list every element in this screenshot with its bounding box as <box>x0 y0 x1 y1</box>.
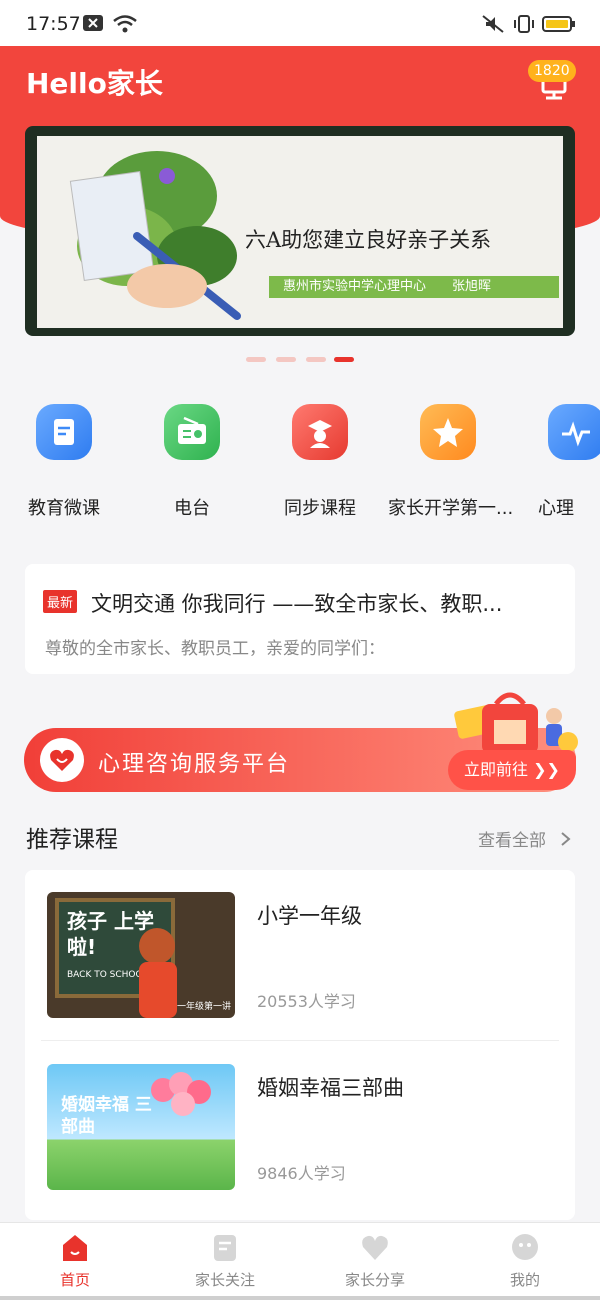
course-item[interactable]: 婚姻幸福 三部曲 婚姻幸福三部曲 9846人学习 <box>25 1042 575 1212</box>
page-title: Hello家长 <box>26 67 163 100</box>
nav-psychology[interactable]: 心理 <box>516 400 600 520</box>
nav-sync-course[interactable]: 同步课程 <box>260 400 380 520</box>
vibrate-icon <box>514 15 534 33</box>
status-time: 17:57 <box>26 13 81 35</box>
carousel-dot <box>246 357 266 362</box>
course-list: 孩子 上学啦! BACK TO SCHOOL 一年级第一讲 小学一年级 2055… <box>25 870 575 1220</box>
news-subtitle: 尊敬的全市家长、教职员工，亲爱的同学们： <box>45 639 385 659</box>
carousel-dot-active <box>334 357 354 362</box>
divider <box>41 1040 559 1041</box>
message-badge: 1820 <box>528 60 576 82</box>
course-learner-count: 20553人学习 <box>257 992 356 1011</box>
radio-icon <box>164 404 220 460</box>
star-icon <box>420 404 476 460</box>
banner-carousel[interactable]: 六A助您建立良好亲子关系 惠州市实验中学心理中心 张旭晖 <box>25 126 575 336</box>
nav-radio[interactable]: 电台 <box>132 400 252 520</box>
tab-mine[interactable]: 我的 <box>450 1223 600 1301</box>
news-card[interactable]: 最新 文明交通 你我同行 ——致全市家长、教职... 尊敬的全市家长、教职员工，… <box>25 564 575 674</box>
nav-label: 家长开学第一... <box>388 498 514 519</box>
news-tag: 最新 <box>43 590 78 613</box>
heart-icon <box>40 738 84 782</box>
home-icon <box>60 1233 90 1263</box>
graduate-icon <box>292 404 348 460</box>
banner-illustration <box>69 151 241 320</box>
view-all-label: 查看全部 <box>478 831 546 851</box>
nav-label: 电台 <box>174 498 210 519</box>
carousel-dot <box>276 357 296 362</box>
status-bar: 17:57 <box>0 0 600 46</box>
tab-label: 家长分享 <box>344 1271 405 1289</box>
course-thumbnail: 孩子 上学啦! BACK TO SCHOOL 一年级第一讲 <box>47 892 235 1018</box>
chevron-right-icon <box>561 832 571 846</box>
course-name: 婚姻幸福三部曲 <box>257 1076 404 1100</box>
banner-image: 六A助您建立良好亲子关系 惠州市实验中学心理中心 张旭晖 <box>37 136 563 328</box>
banner-subtitle: 惠州市实验中学心理中心 张旭晖 <box>269 276 559 298</box>
nav-label: 教育微课 <box>28 498 100 519</box>
course-name: 小学一年级 <box>257 904 362 928</box>
nav-parent-first-lesson[interactable]: 家长开学第一... <box>388 400 514 520</box>
course-thumbnail: 婚姻幸福 三部曲 <box>47 1064 235 1190</box>
course-item[interactable]: 孩子 上学啦! BACK TO SCHOOL 一年级第一讲 小学一年级 2055… <box>25 870 575 1041</box>
bookmark-icon <box>210 1233 240 1263</box>
thumb-corner: 一年级第一讲 <box>176 1002 231 1012</box>
course-learner-count: 9846人学习 <box>257 1164 346 1183</box>
go-now-button[interactable]: 立即前往 ❯❯ <box>448 750 576 790</box>
user-icon <box>510 1233 540 1263</box>
tab-label: 家长关注 <box>194 1271 255 1289</box>
view-all-link[interactable]: 查看全部 <box>478 826 573 851</box>
balloons-illustration <box>151 1072 211 1116</box>
carousel-dot <box>306 357 326 362</box>
wifi-icon <box>113 15 137 33</box>
bottom-tab-bar: 首页 家长关注 家长分享 我的 <box>0 1222 600 1301</box>
notification-icon <box>83 15 103 31</box>
heartbeat-icon <box>548 404 600 460</box>
consult-title: 心理咨询服务平台 <box>98 752 291 777</box>
document-icon <box>36 404 92 460</box>
nav-education-microcourse[interactable]: 教育微课 <box>4 400 124 520</box>
mute-icon <box>482 15 504 33</box>
home-indicator <box>0 1296 600 1300</box>
tab-parent-share[interactable]: 家长分享 <box>300 1223 450 1301</box>
tab-label: 我的 <box>509 1271 540 1289</box>
section-title: 推荐课程 <box>26 827 118 853</box>
tab-home[interactable]: 首页 <box>0 1223 150 1301</box>
news-title: 文明交通 你我同行 ——致全市家长、教职... <box>91 592 503 616</box>
battery-icon <box>542 16 575 32</box>
banner-title: 六A助您建立良好亲子关系 <box>245 228 492 252</box>
nav-label: 同步课程 <box>284 498 356 519</box>
tab-parent-focus[interactable]: 家长关注 <box>150 1223 300 1301</box>
nav-label: 心理 <box>538 498 574 519</box>
shopping-bag-illustration <box>454 692 578 754</box>
tab-label: 首页 <box>59 1271 90 1289</box>
heart-icon <box>360 1233 390 1263</box>
